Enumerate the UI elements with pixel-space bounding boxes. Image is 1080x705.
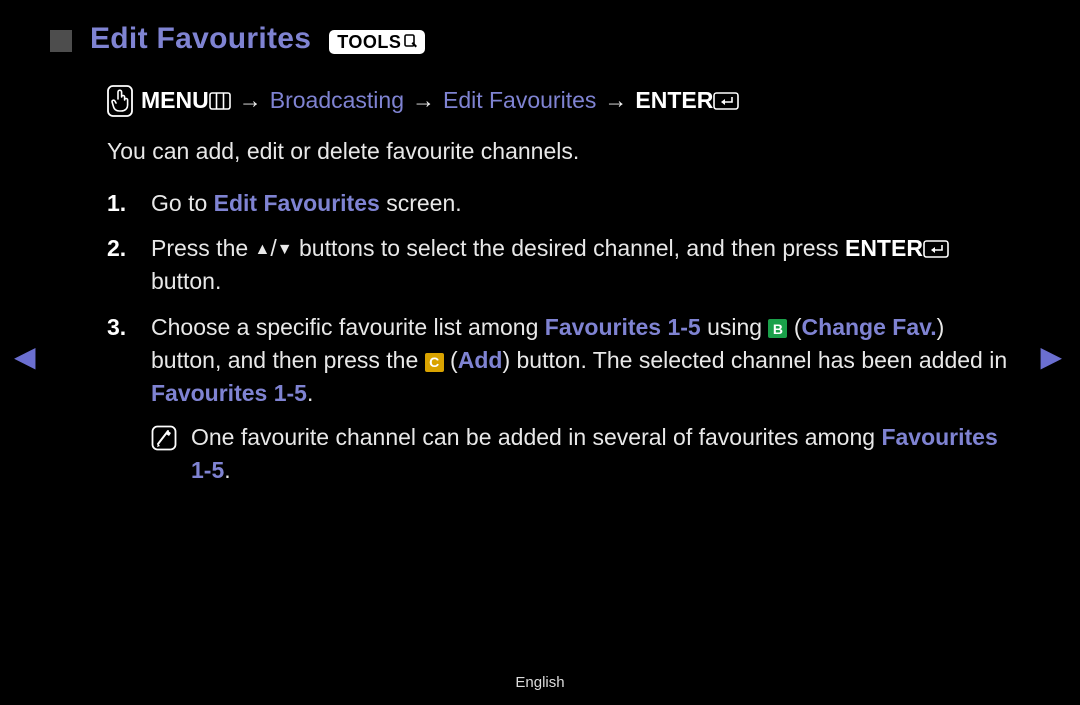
step-text: button, and then press the — [151, 347, 425, 373]
note-segment: . — [224, 457, 230, 483]
enter-label: ENTER — [635, 87, 713, 113]
step-text: screen. — [380, 190, 462, 216]
step-highlight: Change Fav. — [802, 314, 937, 340]
step-highlight: Favourites 1-5 — [151, 380, 307, 406]
note-icon — [151, 425, 177, 451]
step-highlight: Add — [458, 347, 503, 373]
breadcrumb: MENU → Broadcasting → Edit Favourites → … — [107, 84, 1010, 117]
step-item: Go to Edit Favourites screen. — [107, 187, 1010, 220]
step-text: Press the — [151, 235, 255, 261]
step-highlight: Favourites 1-5 — [545, 314, 701, 340]
page-title: Edit Favourites — [90, 22, 311, 56]
step-text: using — [701, 314, 769, 340]
section-bullet — [50, 30, 72, 52]
menu-icon — [209, 92, 231, 110]
note-text: One favourite channel can be added in se… — [191, 421, 1010, 488]
arrow-icon: → — [604, 84, 627, 117]
tools-icon — [404, 34, 418, 50]
step-text: button. The selected channel has been ad… — [510, 347, 1007, 373]
breadcrumb-segment: Broadcasting — [270, 84, 404, 117]
enter-icon — [713, 92, 739, 110]
step-text: buttons to select the desired channel, a… — [293, 235, 845, 261]
note-segment: One favourite channel can be added in se… — [191, 424, 881, 450]
arrow-icon: → — [239, 84, 262, 117]
enter-icon — [923, 240, 949, 258]
note: One favourite channel can be added in se… — [151, 421, 1010, 488]
hand-icon — [107, 85, 133, 117]
breadcrumb-segment: Edit Favourites — [443, 84, 596, 117]
up-icon: ▲ — [255, 241, 271, 258]
step-text: button. — [151, 268, 221, 294]
enter-label: ENTER — [845, 235, 923, 261]
tools-badge: TOOLS — [329, 30, 425, 54]
arrow-icon: → — [412, 84, 435, 117]
menu-label: MENU — [141, 87, 209, 113]
step-text: . — [307, 380, 313, 406]
key-c-icon: C — [425, 353, 444, 372]
down-icon: ▼ — [277, 241, 293, 258]
intro-text: You can add, edit or delete favourite ch… — [107, 135, 1010, 168]
step-item: Choose a specific favourite list among F… — [107, 311, 1010, 488]
step-text: Choose a specific favourite list among — [151, 314, 545, 340]
tools-label: TOOLS — [337, 32, 401, 53]
prev-page-button[interactable]: ◀ — [14, 340, 36, 373]
language-label: English — [0, 674, 1080, 691]
step-highlight: Edit Favourites — [214, 190, 380, 216]
step-text: Go to — [151, 190, 214, 216]
step-item: Press the ▲/▼ buttons to select the desi… — [107, 232, 1010, 299]
key-b-icon: B — [768, 319, 787, 338]
next-page-button[interactable]: ▶ — [1040, 340, 1062, 373]
